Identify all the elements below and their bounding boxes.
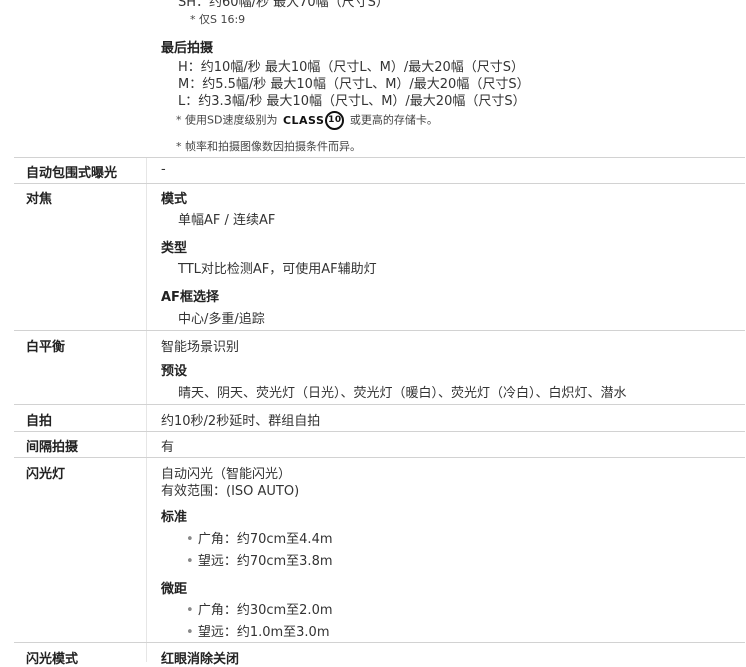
column-separator (146, 157, 147, 662)
focus-mode-title: 模式 (161, 192, 188, 207)
bracketing-label: 自动包围式曝光 (26, 166, 118, 181)
flash-standard-item: • 望远：约70cm至3.8m (186, 550, 333, 569)
flash-item-text: 广角：约70cm至4.4m (197, 532, 333, 547)
bullet-icon: • (186, 532, 194, 547)
row-divider (14, 457, 745, 458)
last-shot-title: 最后拍摄 (161, 41, 214, 56)
focus-type-title: 类型 (161, 241, 188, 256)
class10-logo: CLASS 10 (282, 111, 345, 130)
interval-label: 间隔拍摄 (26, 440, 79, 455)
row-divider (14, 157, 745, 158)
wb-preset-title: 预设 (161, 364, 188, 379)
selftimer-value: 约10秒/2秒延时、群组自拍 (161, 414, 321, 429)
sd-card-note: * 使用SD速度级别为 CLASS 10 或更高的存储卡。 (176, 111, 438, 130)
row-divider (14, 642, 745, 643)
sd-note-suffix: 或更高的存储卡。 (349, 113, 438, 127)
bracketing-value: - (161, 162, 166, 177)
focus-label: 对焦 (26, 192, 53, 207)
frame-rate-note: * 帧率和拍摄图像数因拍摄条件而异。 (176, 140, 361, 153)
row-divider (14, 404, 745, 405)
class10-word: CLASS (282, 114, 325, 127)
focus-mode-value: 单幅AF / 连续AF (178, 213, 276, 228)
wb-preset-value: 晴天、阴天、荧光灯（日光）、荧光灯（暖白）、荧光灯（冷白）、白炽灯、潜水 (178, 386, 627, 401)
sh-note: * 仅S 16:9 (190, 13, 246, 26)
sd-note-prefix: * 使用SD速度级别为 (176, 113, 278, 127)
sh-line: SH：约60幅/秒 最大70幅（尺寸S） (178, 0, 389, 10)
flash-macro-item: • 广角：约30cm至2.0m (186, 599, 333, 618)
bullet-icon: • (186, 603, 194, 618)
wb-value: 智能场景识别 (161, 340, 240, 355)
selftimer-label: 自拍 (26, 414, 53, 429)
interval-value: 有 (161, 440, 175, 455)
class10-number: 10 (325, 111, 345, 130)
focus-type-value: TTL对比检测AF，可使用AF辅助灯 (178, 262, 377, 277)
flash-macro-title: 微距 (161, 582, 188, 597)
flash-label: 闪光灯 (26, 467, 66, 482)
flash-mode-label: 闪光模式 (26, 652, 79, 667)
flash-mode-value: 红眼消除关闭 (161, 652, 240, 667)
row-divider (14, 431, 745, 432)
flash-item-text: 望远：约70cm至3.8m (197, 554, 333, 569)
flash-item-text: 望远：约1.0m至3.0m (197, 625, 330, 640)
af-frame-title: AF框选择 (161, 290, 219, 305)
bullet-icon: • (186, 554, 194, 569)
flash-macro-item: • 望远：约1.0m至3.0m (186, 621, 330, 640)
flash-item-text: 广角：约30cm至2.0m (197, 603, 333, 618)
row-divider (14, 183, 745, 184)
wb-label: 白平衡 (26, 340, 66, 355)
flash-range-line: 有效范围：(ISO AUTO) (161, 484, 300, 499)
af-frame-value: 中心/多重/追踪 (178, 312, 265, 327)
row-divider (14, 330, 745, 331)
flash-standard-item: • 广角：约70cm至4.4m (186, 528, 333, 547)
flash-standard-title: 标准 (161, 510, 188, 525)
bullet-icon: • (186, 625, 194, 640)
last-shot-line: L：约3.3幅/秒 最大10幅（尺寸L、M）/最大20幅（尺寸S） (178, 94, 526, 109)
